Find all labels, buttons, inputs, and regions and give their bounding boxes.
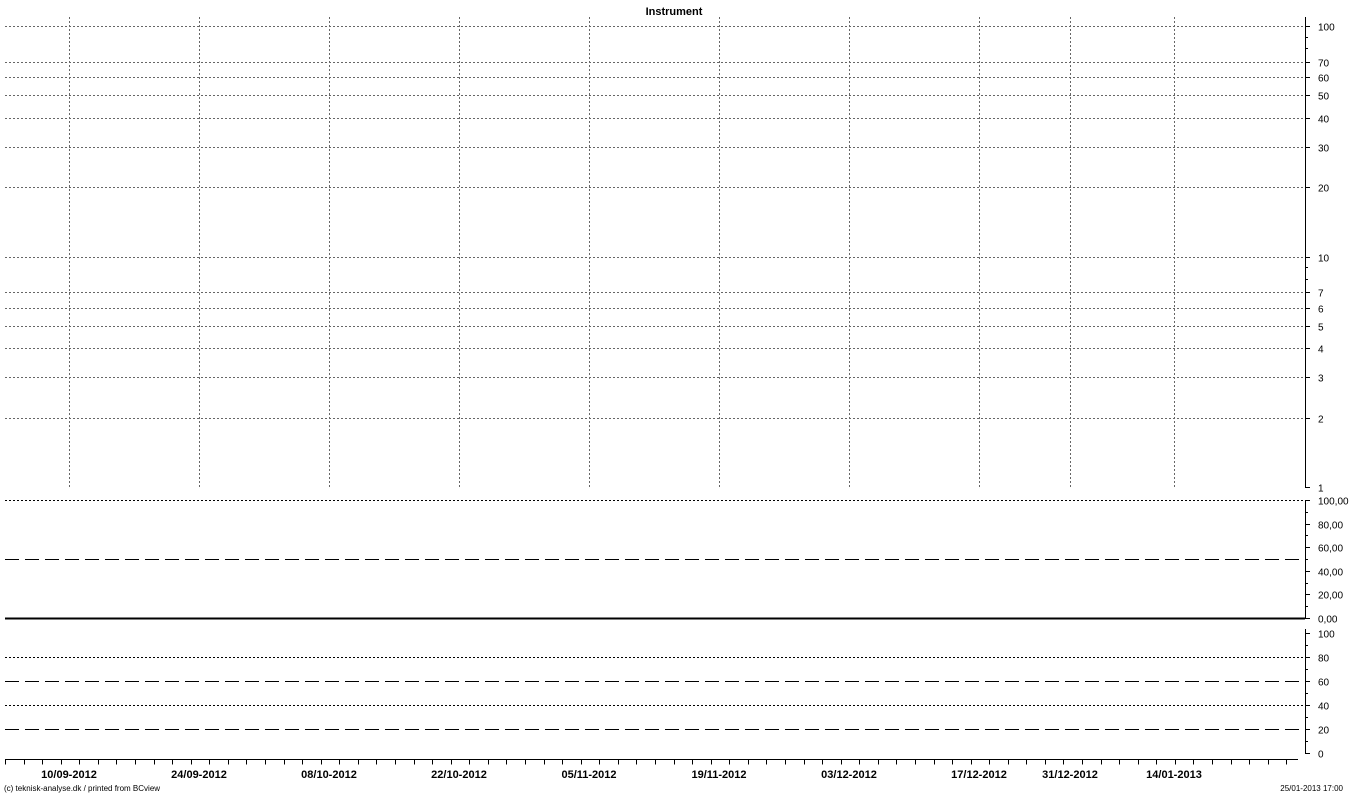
y-tick-label: 4 <box>1318 345 1324 356</box>
x-tick-label: 17/12-2012 <box>951 769 1007 781</box>
x-tick-label: 31/12-2012 <box>1042 769 1098 781</box>
x-tick-label: 22/10-2012 <box>431 769 487 781</box>
y-tick-label: 0 <box>1318 750 1324 761</box>
y-tick-label: 50 <box>1318 92 1330 103</box>
y-tick-label: 70 <box>1318 59 1330 70</box>
axes <box>5 17 1306 760</box>
y-tick-label: 80,00 <box>1318 521 1343 532</box>
footer-timestamp: 25/01-2013 17:00 <box>1280 784 1343 793</box>
y-tick-label: 60 <box>1318 74 1330 85</box>
y-tick-label: 20 <box>1318 726 1330 737</box>
footer-copyright: (c) teknisk-analyse.dk / printed from BC… <box>4 784 161 793</box>
y-tick-label: 3 <box>1318 374 1324 385</box>
y-tick-label: 40 <box>1318 115 1330 126</box>
y-tick-label: 100 <box>1318 630 1335 641</box>
y-tick-label: 100 <box>1318 23 1335 34</box>
y-tick-label: 40 <box>1318 702 1330 713</box>
y-tick-label: 60,00 <box>1318 544 1343 555</box>
x-tick-label: 24/09-2012 <box>171 769 227 781</box>
x-tick-label: 14/01-2013 <box>1146 769 1202 781</box>
y-tick-label: 20 <box>1318 184 1330 195</box>
x-tick-label: 19/11-2012 <box>691 769 746 781</box>
chart-area: Instrument 1 2 3 4 5 6 7 10 20 30 40 50 60 70 100 0,00 2… <box>5 6 1349 781</box>
y-tick-label: 20,00 <box>1318 591 1343 602</box>
y-tick-label: 10 <box>1318 254 1330 265</box>
x-tick-label: 05/11-2012 <box>561 769 616 781</box>
y-tick-label: 30 <box>1318 144 1330 155</box>
y-tick-label: 0,00 <box>1318 615 1338 626</box>
y-tick-label: 1 <box>1318 484 1324 495</box>
x-tick-label: 08/10-2012 <box>301 769 357 781</box>
y-tick-label: 2 <box>1318 415 1324 426</box>
y-tick-label: 80 <box>1318 654 1330 665</box>
gridlines <box>5 17 1305 487</box>
x-tick-label: 03/12-2012 <box>821 769 877 781</box>
y-tick-label: 100,00 <box>1318 497 1349 508</box>
y-tick-label: 40,00 <box>1318 568 1343 579</box>
y-tick-label: 5 <box>1318 323 1324 334</box>
reference-lines <box>5 500 1305 730</box>
x-tick-label: 10/09-2012 <box>41 769 97 781</box>
y-tick-label: 7 <box>1318 289 1324 300</box>
x-tick-labels: 10/09-2012 24/09-2012 08/10-2012 22/10-2012… <box>41 769 1202 781</box>
chart-title: Instrument <box>646 6 703 18</box>
tick-marks <box>5 26 1310 765</box>
y-tick-labels: 1 2 3 4 5 6 7 10 20 30 40 50 60 70 100 0,00 20,00 40,00 60… <box>1318 23 1349 761</box>
y-tick-label: 6 <box>1318 305 1324 316</box>
y-tick-label: 60 <box>1318 678 1330 689</box>
